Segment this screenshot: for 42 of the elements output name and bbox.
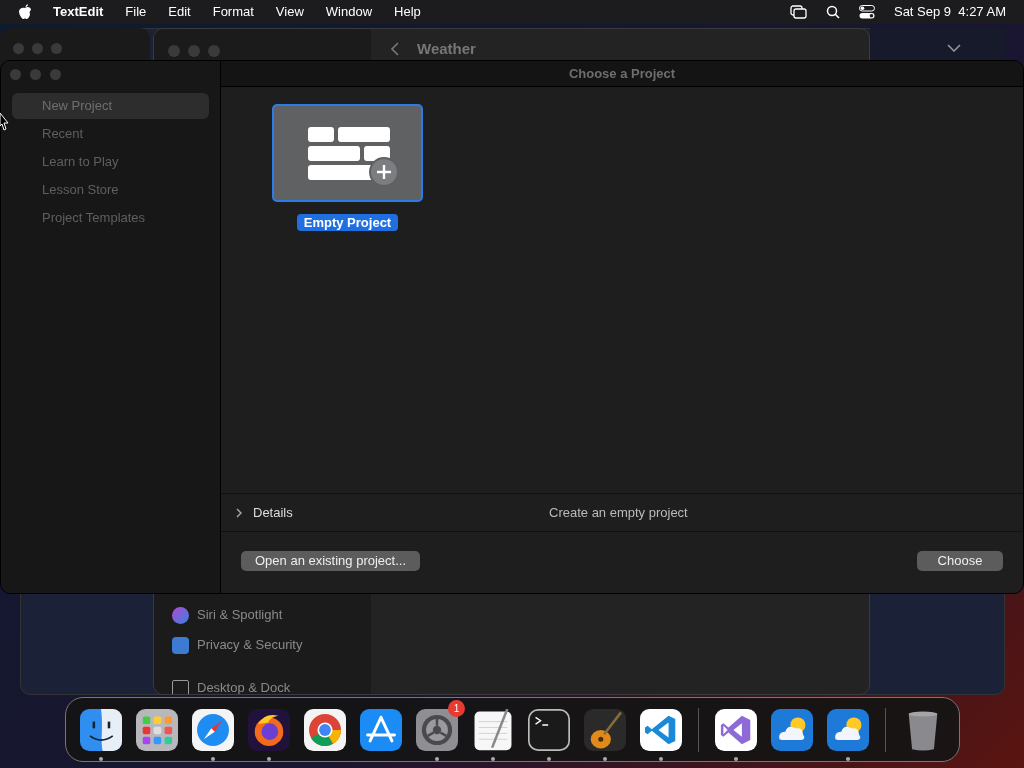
triangle-letter-icon[interactable] (360, 708, 402, 751)
sidebar-item[interactable]: Siri & Spotlight (197, 605, 283, 625)
menu-item[interactable]: Window (325, 2, 373, 22)
menu-item[interactable]: Format (212, 2, 254, 22)
guitar-icon[interactable] (584, 708, 626, 751)
settings-icon (172, 636, 189, 654)
menu-item[interactable]: File (125, 2, 147, 22)
window-title: Choose a Project (568, 64, 676, 83)
chevron-down-icon[interactable] (947, 44, 961, 52)
control-center-icon[interactable] (858, 5, 875, 19)
menu-item[interactable]: View (275, 2, 304, 22)
sidebar-item[interactable]: Privacy & Security (197, 635, 303, 655)
menu-item[interactable]: Edit (168, 2, 191, 22)
screen-mirroring-icon[interactable] (789, 5, 807, 19)
cloud-sun-icon[interactable] (771, 708, 813, 751)
chevron-right-icon (235, 507, 243, 518)
open-project-button[interactable]: Open an existing project... (241, 551, 421, 571)
compass-icon[interactable] (192, 708, 234, 751)
back-chevron-icon[interactable] (391, 42, 399, 56)
terminal-icon[interactable] (528, 708, 570, 751)
ribbon-icon[interactable] (715, 708, 757, 751)
settings-icon (172, 679, 189, 694)
ribbon-icon[interactable] (640, 708, 682, 751)
notification-badge: 1 (448, 699, 465, 717)
fox-globe-icon[interactable] (248, 708, 290, 751)
app-grid-icon[interactable] (136, 708, 178, 751)
window-title: Weather (417, 38, 476, 59)
clock[interactable]: Sat Sep 9 4:27 AM (893, 2, 1006, 22)
notepad-icon[interactable] (472, 708, 514, 751)
menu-item[interactable]: Help (394, 2, 421, 22)
face-icon[interactable] (80, 708, 122, 751)
template-card[interactable] (272, 104, 423, 202)
details-description: Create an empty project (549, 503, 688, 522)
apple-logo-icon[interactable] (18, 4, 32, 20)
ring-logo-icon[interactable] (304, 708, 346, 751)
template-label: Empty Project (296, 214, 399, 231)
search-icon[interactable] (825, 5, 840, 19)
settings-icon (172, 606, 189, 624)
app-menu[interactable]: TextEdit (53, 2, 104, 22)
details-disclosure[interactable]: Details (235, 502, 293, 523)
cloud-sun-icon[interactable] (827, 708, 869, 751)
choose-button[interactable]: Choose (917, 551, 1003, 571)
